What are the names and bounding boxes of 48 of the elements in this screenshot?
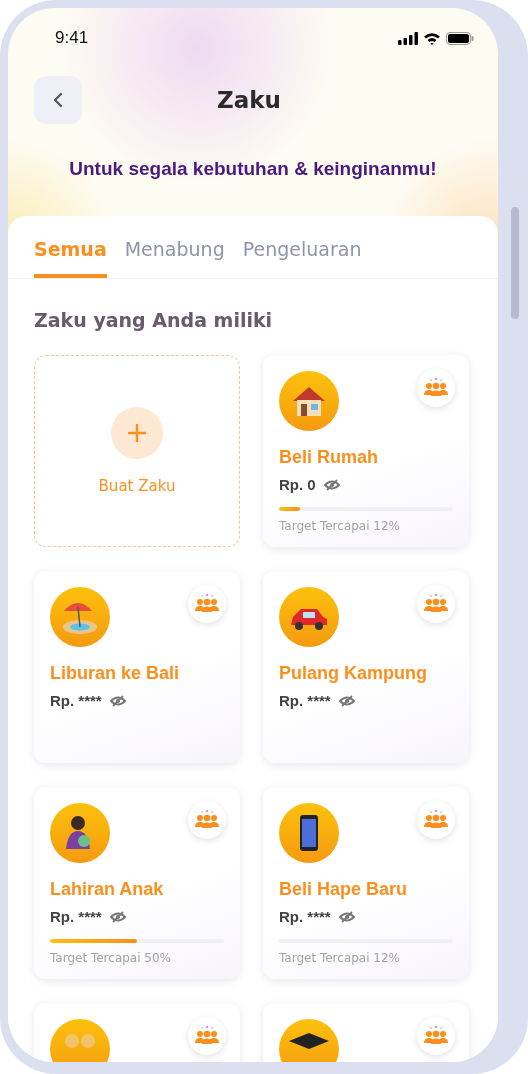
goal-name: Pulang Kampung [279,663,428,684]
eye-off-icon[interactable] [323,478,340,491]
phone-icon [300,815,318,851]
plus-icon [111,407,163,459]
group-icon[interactable] [417,801,455,839]
group-icon[interactable] [188,585,226,623]
goal-card[interactable]: Pulang Kampung Rp. **** [263,571,469,763]
goal-amount: Rp. 0 [279,476,316,493]
person-silhouette-icon [66,816,90,849]
goal-amount: Rp. **** [50,908,102,925]
progress-label: Target Tercapai 12% [279,519,402,533]
section-title: Zaku yang Anda miliki [34,309,274,331]
page-subtitle: Untuk segala kebutuhan & keinginanmu! [68,158,438,180]
eye-off-icon[interactable] [338,694,355,707]
group-icon[interactable] [188,1017,226,1055]
house-icon [293,387,325,416]
progress-label: Target Tercapai 12% [279,951,402,965]
group-icon[interactable] [188,801,226,839]
page-title: Zaku [216,87,282,113]
progress-label: Target Tercapai 50% [50,951,173,965]
group-icon[interactable] [417,585,455,623]
goal-amount: Rp. **** [279,692,331,709]
eye-off-icon[interactable] [109,910,126,923]
battery-icon [446,31,474,45]
back-button[interactable] [34,76,82,124]
people-icon [65,1034,95,1048]
wifi-icon [423,31,441,45]
goal-name: Liburan ke Bali [50,663,181,684]
goal-amount: Rp. **** [279,908,331,925]
graduation-cap-icon [289,1033,329,1049]
eye-off-icon[interactable] [109,694,126,707]
beach-umbrella-icon [63,603,97,634]
goal-card[interactable]: Beli Rumah Rp. 0 Target Tercapai 12% [263,355,469,547]
eye-off-icon[interactable] [338,910,355,923]
goal-card[interactable]: Beli Hape Baru Rp. **** Target Tercapai 12% [263,787,469,979]
car-icon [291,609,327,630]
group-icon[interactable] [417,369,455,407]
scrollbar[interactable] [511,207,519,319]
group-icon[interactable] [417,1017,455,1055]
goal-name: Beli Rumah [279,447,380,468]
goal-card[interactable]: Liburan ke Bali Rp. **** [34,571,240,763]
goal-card[interactable]: Lahiran Anak Rp. **** Target Tercapai 50% [34,787,240,979]
goal-amount: Rp. **** [50,692,102,709]
goal-name: Beli Hape Baru [279,879,409,900]
goal-name: Lahiran Anak [50,879,165,900]
status-time: 9:41 [55,28,89,48]
back-chevron-icon [53,92,63,108]
signal-icon [398,31,418,45]
